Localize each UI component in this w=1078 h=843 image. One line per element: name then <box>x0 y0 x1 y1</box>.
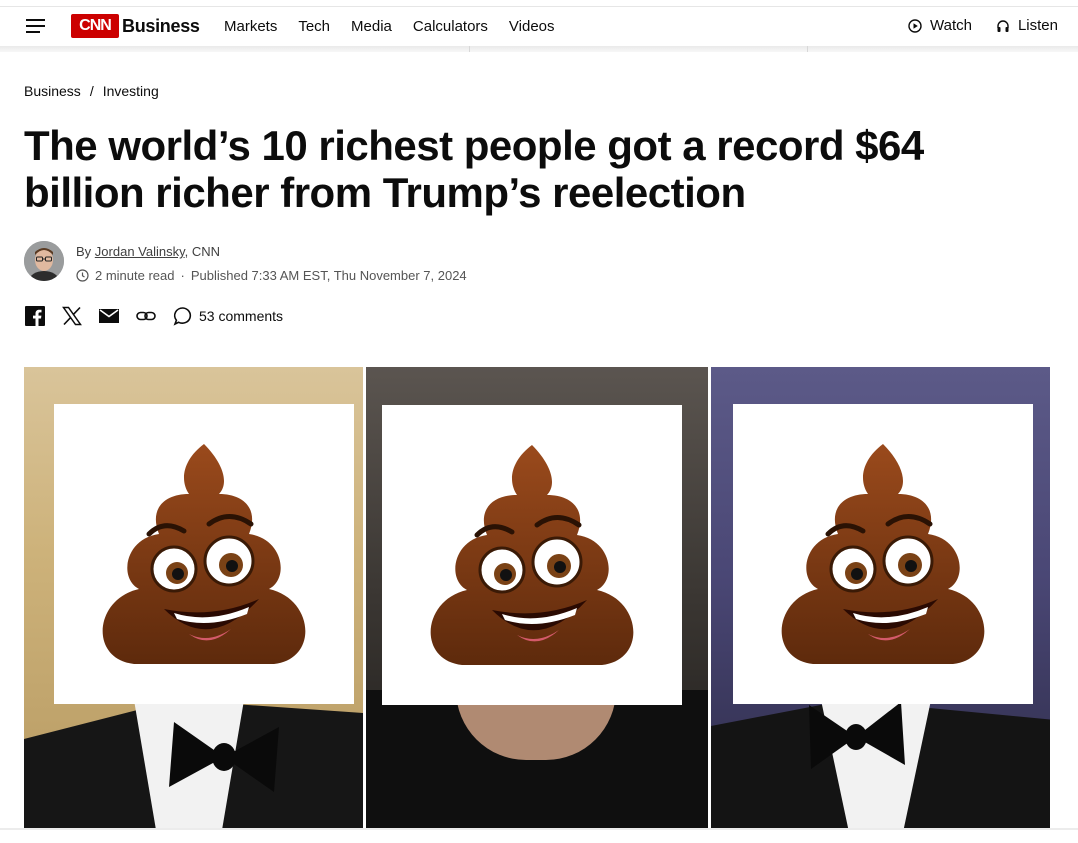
link-icon[interactable] <box>136 309 156 323</box>
x-icon[interactable] <box>62 306 82 326</box>
meta-separator: · <box>180 268 185 283</box>
breadcrumb-investing[interactable]: Investing <box>103 83 159 99</box>
article-headline: The world’s 10 richest people got a reco… <box>24 122 924 216</box>
emoji-cover-right <box>733 404 1033 704</box>
share-bar: 53 comments <box>25 306 283 326</box>
author-avatar[interactable] <box>24 241 64 281</box>
email-icon[interactable] <box>99 308 119 324</box>
site-header: CNN Business Markets Tech Media Calculat… <box>0 6 1078 46</box>
cnn-logo[interactable]: CNN <box>71 14 119 38</box>
header-divider <box>0 46 1078 52</box>
poop-emoji-icon <box>781 444 985 664</box>
header-actions: Watch Listen <box>884 17 1058 34</box>
listen-label: Listen <box>1017 17 1058 34</box>
published-date: Published 7:33 AM EST, Thu November 7, 2… <box>190 268 467 283</box>
watch-button[interactable]: Watch <box>908 17 972 34</box>
author-outlet: , CNN <box>184 244 221 259</box>
main-nav: Markets Tech Media Calculators Videos <box>224 18 576 35</box>
emoji-cover-center <box>382 405 682 705</box>
nav-item-markets[interactable]: Markets <box>224 18 277 35</box>
nav-item-calculators[interactable]: Calculators <box>413 18 488 35</box>
comments-count[interactable]: 53 comments <box>199 308 283 324</box>
play-icon <box>908 18 922 33</box>
nav-item-videos[interactable]: Videos <box>509 18 555 35</box>
breadcrumb-separator: / <box>89 83 94 99</box>
poop-emoji-icon <box>102 444 306 664</box>
hero-panel-left <box>24 367 363 830</box>
emoji-cover-left <box>54 404 354 704</box>
author-link[interactable]: Jordan Valinsky <box>95 244 185 259</box>
headphones-icon <box>997 19 1009 32</box>
listen-button[interactable]: Listen <box>996 17 1058 34</box>
read-time: 2 minute read <box>95 268 175 283</box>
bowtie <box>809 702 905 769</box>
comment-icon[interactable] <box>173 306 193 326</box>
breadcrumb-business[interactable]: Business <box>24 83 81 99</box>
page-divider <box>0 828 1078 830</box>
by-prefix: By <box>76 244 92 259</box>
nav-item-tech[interactable]: Tech <box>298 18 330 35</box>
hero-panel-center <box>366 367 708 830</box>
nav-item-media[interactable]: Media <box>351 18 392 35</box>
hero-image[interactable] <box>24 367 1050 830</box>
bowtie <box>169 722 279 792</box>
author-line: By Jordan Valinsky, CNN <box>76 244 220 259</box>
clock-icon <box>76 269 89 282</box>
watch-label: Watch <box>930 17 972 34</box>
breadcrumb: Business / Investing <box>24 83 159 99</box>
brand-name[interactable]: Business <box>122 16 200 37</box>
article-meta: 2 minute read · Published 7:33 AM EST, T… <box>76 268 467 283</box>
hero-panel-right <box>711 367 1050 830</box>
menu-icon[interactable] <box>26 19 45 33</box>
facebook-icon[interactable] <box>25 306 45 326</box>
poop-emoji-icon <box>430 445 634 665</box>
